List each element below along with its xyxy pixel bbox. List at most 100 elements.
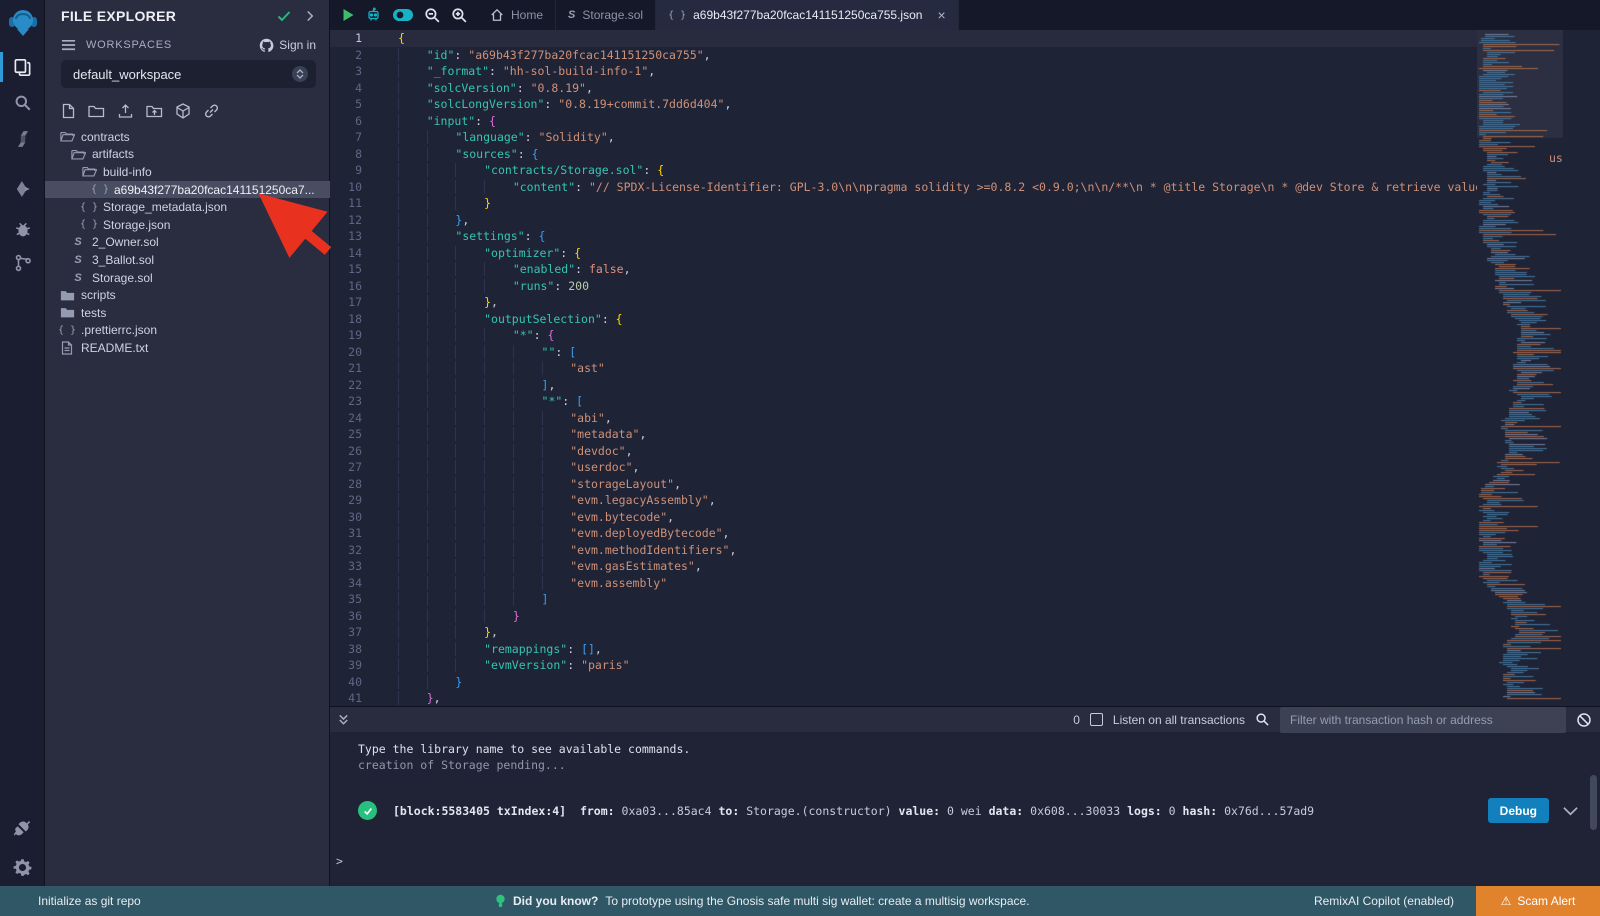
tree-item[interactable]: SStorage.sol bbox=[45, 269, 330, 287]
code-line[interactable]: 10 "content": "// SPDX-License-Identifie… bbox=[330, 179, 1477, 196]
code-line[interactable]: 34 "evm.assembly" bbox=[330, 575, 1477, 592]
tree-item[interactable]: { }.prettierrc.json bbox=[45, 322, 330, 340]
code-line[interactable]: 36 } bbox=[330, 608, 1477, 625]
code-line[interactable]: 14 "optimizer": { bbox=[330, 245, 1477, 262]
solidity-compiler-icon[interactable] bbox=[0, 122, 45, 156]
code-line[interactable]: 7 "language": "Solidity", bbox=[330, 129, 1477, 146]
code-line[interactable]: 19 "*": { bbox=[330, 327, 1477, 344]
tab-home[interactable]: Home bbox=[478, 0, 556, 30]
code-line[interactable]: 17 }, bbox=[330, 294, 1477, 311]
transaction-filter-input[interactable] bbox=[1280, 707, 1566, 733]
code-line[interactable]: 26 "devdoc", bbox=[330, 443, 1477, 460]
git-icon[interactable] bbox=[0, 246, 45, 280]
zoom-out-icon[interactable] bbox=[424, 7, 441, 24]
code-line[interactable]: 2 "id": "a69b43f277ba20fcac141151250ca75… bbox=[330, 47, 1477, 64]
terminal-output[interactable]: Type the library name to see available c… bbox=[330, 732, 1600, 886]
code-line[interactable]: 1{ bbox=[330, 30, 1477, 47]
code-line[interactable]: 35 ] bbox=[330, 591, 1477, 608]
tree-item[interactable]: S3_Ballot.sol bbox=[45, 251, 330, 269]
upload-folder-icon[interactable] bbox=[146, 103, 163, 119]
tree-item[interactable]: { }a69b43f277ba20fcac141151250ca7... bbox=[45, 181, 330, 199]
plugin-manager-icon[interactable] bbox=[0, 810, 45, 844]
code-line[interactable]: 9 "contracts/Storage.sol": { bbox=[330, 162, 1477, 179]
code-line[interactable]: 25 "metadata", bbox=[330, 426, 1477, 443]
tab-build-info-json[interactable]: { } a69b43f277ba20fcac141151250ca755.jso… bbox=[656, 0, 959, 30]
close-tab-icon[interactable]: × bbox=[937, 8, 945, 22]
code-line[interactable]: 18 "outputSelection": { bbox=[330, 311, 1477, 328]
code-line[interactable]: 13 "settings": { bbox=[330, 228, 1477, 245]
ai-robot-icon[interactable] bbox=[365, 7, 382, 23]
sign-in-button[interactable]: Sign in bbox=[259, 38, 316, 53]
tab-storage-sol[interactable]: S Storage.sol bbox=[556, 0, 656, 30]
code-line[interactable]: 29 "evm.legacyAssembly", bbox=[330, 492, 1477, 509]
remix-logo-icon[interactable] bbox=[0, 6, 45, 40]
terminal-prompt[interactable]: > bbox=[336, 854, 343, 868]
clear-console-icon[interactable] bbox=[1576, 712, 1592, 728]
tree-item[interactable]: contracts bbox=[45, 128, 330, 146]
code-line[interactable]: 12 }, bbox=[330, 212, 1477, 229]
code-line[interactable]: 30 "evm.bytecode", bbox=[330, 509, 1477, 526]
code-line[interactable]: 20 "": [ bbox=[330, 344, 1477, 361]
code-line[interactable]: 31 "evm.deployedBytecode", bbox=[330, 525, 1477, 542]
scrollbar-thumb[interactable] bbox=[1590, 775, 1597, 830]
code-line[interactable]: 21 "ast" bbox=[330, 360, 1477, 377]
tree-item[interactable]: scripts bbox=[45, 286, 330, 304]
code-line[interactable]: 6 "input": { bbox=[330, 113, 1477, 130]
tree-item[interactable]: S2_Owner.sol bbox=[45, 234, 330, 252]
create-workspace-cube-icon[interactable] bbox=[175, 103, 191, 119]
tree-item[interactable]: { }Storage_metadata.json bbox=[45, 198, 330, 216]
code-line[interactable]: 8 "sources": { bbox=[330, 146, 1477, 163]
code-line[interactable]: 11 } bbox=[330, 195, 1477, 212]
line-number: 9 bbox=[330, 162, 378, 179]
file-explorer-icon[interactable] bbox=[0, 50, 45, 84]
search-icon[interactable] bbox=[0, 86, 45, 120]
code-line[interactable]: 32 "evm.methodIdentifiers", bbox=[330, 542, 1477, 559]
tree-item[interactable]: tests bbox=[45, 304, 330, 322]
expand-tx-chevron-icon[interactable] bbox=[1563, 806, 1578, 816]
code-line[interactable]: 41 }, bbox=[330, 690, 1477, 706]
code-editor[interactable]: 1{2 "id": "a69b43f277ba20fcac141151250ca… bbox=[330, 30, 1477, 706]
code-line[interactable]: 15 "enabled": false, bbox=[330, 261, 1477, 278]
collapse-terminal-icon[interactable] bbox=[337, 713, 350, 727]
code-line[interactable]: 22 ], bbox=[330, 377, 1477, 394]
upload-file-icon[interactable] bbox=[117, 103, 134, 119]
code-line[interactable]: 16 "runs": 200 bbox=[330, 278, 1477, 295]
code-line[interactable]: 24 "abi", bbox=[330, 410, 1477, 427]
code-line[interactable]: 5 "solcLongVersion": "0.8.19+commit.7dd6… bbox=[330, 96, 1477, 113]
debug-button[interactable]: Debug bbox=[1488, 798, 1549, 823]
tree-item[interactable]: README.txt bbox=[45, 339, 330, 357]
link-icon[interactable] bbox=[203, 103, 220, 119]
code-line[interactable]: 4 "solcVersion": "0.8.19", bbox=[330, 80, 1477, 97]
code-line[interactable]: 33 "evm.gasEstimates", bbox=[330, 558, 1477, 575]
code-line[interactable]: 27 "userdoc", bbox=[330, 459, 1477, 476]
minimap[interactable] bbox=[1477, 30, 1563, 706]
settings-gear-icon[interactable] bbox=[0, 850, 45, 884]
home-icon bbox=[490, 8, 504, 22]
new-file-icon[interactable] bbox=[61, 103, 76, 119]
code-line[interactable]: 38 "remappings": [], bbox=[330, 641, 1477, 658]
code-line[interactable]: 40 } bbox=[330, 674, 1477, 691]
code-line[interactable]: 37 }, bbox=[330, 624, 1477, 641]
new-folder-icon[interactable] bbox=[88, 103, 105, 119]
transaction-log-row[interactable]: [block:5583405 txIndex:4] from: 0xa03...… bbox=[358, 798, 1578, 823]
tree-item[interactable]: artifacts bbox=[45, 146, 330, 164]
tree-item[interactable]: { }Storage.json bbox=[45, 216, 330, 234]
workspace-select[interactable]: default_workspace bbox=[61, 60, 316, 88]
run-script-icon[interactable] bbox=[342, 8, 355, 22]
debugger-icon[interactable] bbox=[0, 212, 45, 246]
hamburger-menu-icon[interactable] bbox=[61, 39, 76, 51]
zoom-in-icon[interactable] bbox=[451, 7, 468, 24]
copilot-toggle-icon[interactable] bbox=[392, 8, 414, 22]
listen-all-transactions-checkbox[interactable] bbox=[1090, 713, 1103, 726]
chevron-right-icon[interactable] bbox=[304, 10, 316, 22]
code-line[interactable]: 28 "storageLayout", bbox=[330, 476, 1477, 493]
copilot-status[interactable]: RemixAI Copilot (enabled) bbox=[1314, 894, 1454, 908]
deploy-and-run-icon[interactable] bbox=[0, 172, 45, 206]
code-line[interactable]: 23 "*": [ bbox=[330, 393, 1477, 410]
code-line[interactable]: 3 "_format": "hh-sol-build-info-1", bbox=[330, 63, 1477, 80]
tree-item[interactable]: build-info bbox=[45, 163, 330, 181]
line-number: 14 bbox=[330, 245, 378, 262]
scam-alert-button[interactable]: ⚠ Scam Alert bbox=[1476, 886, 1600, 916]
git-init-status[interactable]: Initialize as git repo bbox=[38, 894, 141, 908]
code-line[interactable]: 39 "evmVersion": "paris" bbox=[330, 657, 1477, 674]
